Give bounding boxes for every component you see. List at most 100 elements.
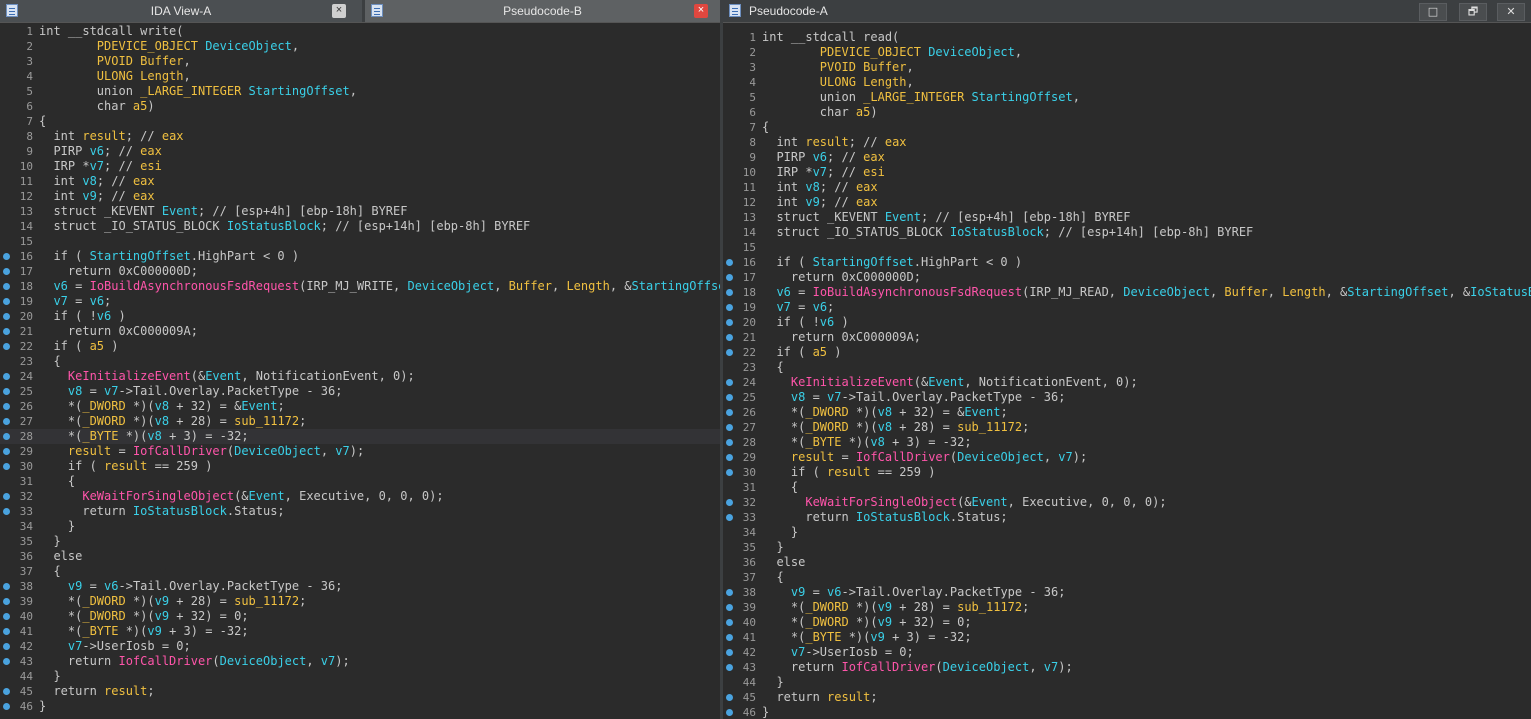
line-gutter[interactable]: 28 — [0, 429, 35, 444]
line-gutter[interactable]: 15 — [723, 240, 758, 255]
code-line[interactable]: 2 PDEVICE_OBJECT DeviceObject, — [0, 39, 720, 54]
breakpoint-dot-icon[interactable] — [726, 274, 733, 281]
line-gutter[interactable]: 10 — [723, 165, 758, 180]
line-gutter[interactable]: 8 — [0, 129, 35, 144]
code-line[interactable]: 21 return 0xC000009A; — [723, 330, 1531, 345]
code-line[interactable]: 22 if ( a5 ) — [0, 339, 720, 354]
line-gutter[interactable]: 4 — [0, 69, 35, 84]
line-gutter[interactable]: 43 — [723, 660, 758, 675]
code-line[interactable]: 28 *(_BYTE *)(v8 + 3) = -32; — [723, 435, 1531, 450]
line-gutter[interactable]: 27 — [0, 414, 35, 429]
code-line[interactable]: 6 char a5) — [0, 99, 720, 114]
line-gutter[interactable]: 23 — [0, 354, 35, 369]
line-gutter[interactable]: 37 — [0, 564, 35, 579]
line-gutter[interactable]: 6 — [0, 99, 35, 114]
code-line[interactable]: 26 *(_DWORD *)(v8 + 32) = &Event; — [0, 399, 720, 414]
code-line[interactable]: 32 KeWaitForSingleObject(&Event, Executi… — [0, 489, 720, 504]
breakpoint-dot-icon[interactable] — [3, 403, 10, 410]
code-line[interactable]: 9 PIRP v6; // eax — [0, 144, 720, 159]
code-line[interactable]: 39 *(_DWORD *)(v9 + 28) = sub_11172; — [723, 600, 1531, 615]
close-icon[interactable]: × — [332, 4, 346, 18]
code-line[interactable]: 32 KeWaitForSingleObject(&Event, Executi… — [723, 495, 1531, 510]
breakpoint-dot-icon[interactable] — [3, 298, 10, 305]
breakpoint-dot-icon[interactable] — [726, 664, 733, 671]
line-gutter[interactable]: 46 — [723, 705, 758, 719]
line-gutter[interactable]: 36 — [723, 555, 758, 570]
code-line[interactable]: 24 KeInitializeEvent(&Event, Notificatio… — [0, 369, 720, 384]
breakpoint-dot-icon[interactable] — [726, 379, 733, 386]
breakpoint-dot-icon[interactable] — [726, 469, 733, 476]
line-gutter[interactable]: 31 — [0, 474, 35, 489]
code-line[interactable]: 30 if ( result == 259 ) — [723, 465, 1531, 480]
breakpoint-dot-icon[interactable] — [726, 589, 733, 596]
code-line[interactable]: 37 { — [0, 564, 720, 579]
line-gutter[interactable]: 40 — [723, 615, 758, 630]
code-line[interactable]: 31 { — [0, 474, 720, 489]
code-line[interactable]: 35 } — [0, 534, 720, 549]
breakpoint-dot-icon[interactable] — [726, 634, 733, 641]
code-line[interactable]: 1 int __stdcall read( — [723, 30, 1531, 45]
code-line[interactable]: 13 struct _KEVENT Event; // [esp+4h] [eb… — [723, 210, 1531, 225]
line-gutter[interactable]: 17 — [0, 264, 35, 279]
line-gutter[interactable]: 34 — [0, 519, 35, 534]
line-gutter[interactable]: 32 — [0, 489, 35, 504]
line-gutter[interactable]: 36 — [0, 549, 35, 564]
line-gutter[interactable]: 24 — [723, 375, 758, 390]
line-gutter[interactable]: 25 — [723, 390, 758, 405]
code-line[interactable]: 45 return result; — [723, 690, 1531, 705]
breakpoint-dot-icon[interactable] — [726, 649, 733, 656]
line-gutter[interactable]: 10 — [0, 159, 35, 174]
breakpoint-dot-icon[interactable] — [726, 334, 733, 341]
breakpoint-dot-icon[interactable] — [3, 283, 10, 290]
breakpoint-dot-icon[interactable] — [726, 439, 733, 446]
breakpoint-dot-icon[interactable] — [726, 424, 733, 431]
code-line[interactable]: 23 { — [0, 354, 720, 369]
line-gutter[interactable]: 3 — [0, 54, 35, 69]
line-gutter[interactable]: 16 — [0, 249, 35, 264]
breakpoint-dot-icon[interactable] — [726, 604, 733, 611]
code-line[interactable]: 45 return result; — [0, 684, 720, 699]
line-gutter[interactable]: 29 — [723, 450, 758, 465]
line-gutter[interactable]: 26 — [723, 405, 758, 420]
code-line[interactable]: 40 *(_DWORD *)(v9 + 32) = 0; — [723, 615, 1531, 630]
code-line[interactable]: 29 result = IofCallDriver(DeviceObject, … — [0, 444, 720, 459]
breakpoint-dot-icon[interactable] — [726, 499, 733, 506]
line-gutter[interactable]: 35 — [0, 534, 35, 549]
line-gutter[interactable]: 20 — [0, 309, 35, 324]
code-line[interactable]: 46} — [723, 705, 1531, 719]
breakpoint-dot-icon[interactable] — [3, 628, 10, 635]
tab-ida-view-a[interactable]: IDA View-A × — [0, 0, 362, 22]
line-gutter[interactable]: 1 — [723, 30, 758, 45]
line-gutter[interactable]: 25 — [0, 384, 35, 399]
line-gutter[interactable]: 44 — [723, 675, 758, 690]
line-gutter[interactable]: 45 — [0, 684, 35, 699]
code-line[interactable]: 17 return 0xC000000D; — [723, 270, 1531, 285]
breakpoint-dot-icon[interactable] — [726, 514, 733, 521]
line-gutter[interactable]: 42 — [0, 639, 35, 654]
line-gutter[interactable]: 13 — [723, 210, 758, 225]
line-gutter[interactable]: 14 — [0, 219, 35, 234]
line-gutter[interactable]: 39 — [723, 600, 758, 615]
line-gutter[interactable]: 2 — [0, 39, 35, 54]
code-line[interactable]: 30 if ( result == 259 ) — [0, 459, 720, 474]
code-line[interactable]: 8 int result; // eax — [723, 135, 1531, 150]
code-line[interactable]: 22 if ( a5 ) — [723, 345, 1531, 360]
breakpoint-dot-icon[interactable] — [726, 394, 733, 401]
line-gutter[interactable]: 24 — [0, 369, 35, 384]
line-gutter[interactable]: 19 — [0, 294, 35, 309]
code-line[interactable]: 25 v8 = v7->Tail.Overlay.PacketType - 36… — [723, 390, 1531, 405]
code-line[interactable]: 38 v9 = v6->Tail.Overlay.PacketType - 36… — [723, 585, 1531, 600]
line-gutter[interactable]: 35 — [723, 540, 758, 555]
breakpoint-dot-icon[interactable] — [726, 304, 733, 311]
line-gutter[interactable]: 9 — [723, 150, 758, 165]
line-gutter[interactable]: 12 — [0, 189, 35, 204]
code-line[interactable]: 41 *(_BYTE *)(v9 + 3) = -32; — [723, 630, 1531, 645]
breakpoint-dot-icon[interactable] — [3, 388, 10, 395]
line-gutter[interactable]: 17 — [723, 270, 758, 285]
line-gutter[interactable]: 16 — [723, 255, 758, 270]
line-gutter[interactable]: 15 — [0, 234, 35, 249]
code-line[interactable]: 42 v7->UserIosb = 0; — [0, 639, 720, 654]
restore-button[interactable]: 🗗 — [1459, 3, 1487, 21]
breakpoint-dot-icon[interactable] — [3, 463, 10, 470]
line-gutter[interactable]: 26 — [0, 399, 35, 414]
